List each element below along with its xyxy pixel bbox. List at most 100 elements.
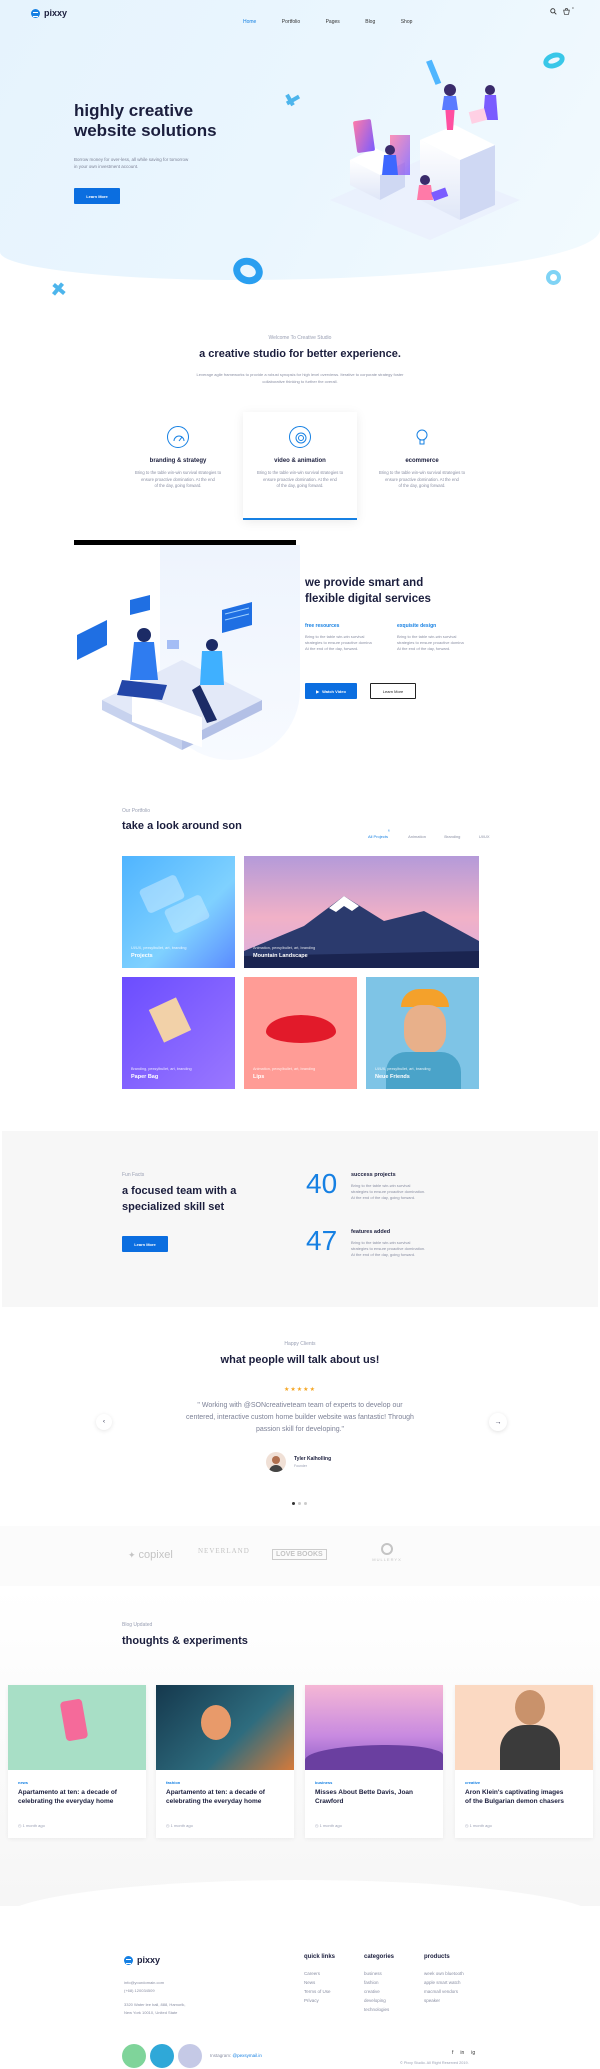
footer-link[interactable]: creative bbox=[364, 1987, 394, 1996]
services-learn-more-button[interactable]: Learn More bbox=[370, 683, 416, 699]
footer-link[interactable]: News bbox=[304, 1978, 335, 1987]
footer-contact: info@yourdomain.com (+68) 120034509 3320… bbox=[124, 1979, 186, 2015]
blog-card-title[interactable]: Apartamento at ten: a decade of celebrat… bbox=[166, 1789, 284, 1806]
studio-kicker: Welcome To Creative Studio bbox=[268, 335, 332, 341]
instagram-icon[interactable]: ig bbox=[471, 2050, 475, 2056]
blog-card-category[interactable]: creative bbox=[465, 1780, 583, 1785]
header-logo[interactable]: pixxy bbox=[31, 8, 67, 18]
footer-link[interactable]: week own bluetooth bbox=[424, 1969, 464, 1978]
blog-card-date: ◷ 1 month ago bbox=[166, 1823, 193, 1828]
footer-link[interactable]: business bbox=[364, 1969, 394, 1978]
portfolio-item-mountain[interactable]: Animation, pexsylbullet, art, branding M… bbox=[244, 856, 479, 968]
footer-email[interactable]: info@yourdomain.com bbox=[124, 1979, 185, 1987]
facts-title: a focused team with a specialized skill … bbox=[122, 1185, 237, 1213]
social-links: f in ig bbox=[452, 2050, 475, 2056]
instagram-thumb[interactable] bbox=[122, 2044, 146, 2068]
feature-card-ecommerce[interactable]: ecommerce Bring to the table win-win sur… bbox=[365, 426, 479, 490]
hero-learn-more-button[interactable]: Learn More bbox=[74, 188, 120, 204]
nav-pages[interactable]: Pages bbox=[326, 19, 340, 25]
tile-caption: Animation, pexsylbullet, art, branding L… bbox=[253, 1067, 316, 1080]
footer-logo[interactable]: pixxy bbox=[124, 1955, 160, 1965]
nav-portfolio[interactable]: Portfolio bbox=[282, 19, 300, 25]
feature-title: branding & strategy bbox=[149, 458, 207, 464]
footer-phone: (+68) 120034509 bbox=[124, 1988, 155, 1993]
facebook-icon[interactable]: f bbox=[452, 2050, 453, 2056]
filter-branding[interactable]: Branding bbox=[444, 834, 460, 839]
filter-all-projects[interactable]: All Projects bbox=[368, 834, 388, 839]
carousel-dot[interactable] bbox=[303, 1502, 307, 1505]
footer-products: products week own bluetooth apple smart … bbox=[424, 1954, 464, 2005]
brand-neverland[interactable]: NEVERLAND bbox=[198, 1547, 250, 1555]
brand-love-books[interactable]: LOVE BOOKS bbox=[272, 1549, 327, 1560]
blog-title: thoughts & experiments bbox=[122, 1635, 248, 1647]
footer-link[interactable]: Terms of Use bbox=[304, 1987, 335, 1996]
footer-link[interactable]: apple smart watch bbox=[424, 1978, 464, 1987]
stat-number: 40 bbox=[306, 1168, 338, 1199]
tile-caption: Animation, pexsylbullet, art, branding M… bbox=[253, 946, 316, 959]
feature-desc: Bring to the table win-win survival stra… bbox=[256, 470, 344, 488]
feature-card-video[interactable]: video & animation Bring to the table win… bbox=[243, 426, 357, 490]
gauge-icon bbox=[167, 426, 189, 448]
blog-card-title[interactable]: Apartamento at ten: a decade of celebrat… bbox=[18, 1789, 136, 1806]
linkedin-icon[interactable]: in bbox=[460, 2050, 464, 2056]
tile-caption: UI/UX, pexsylbullet, art, branding Neue … bbox=[375, 1067, 431, 1080]
logo-icon bbox=[124, 1955, 133, 1965]
blog-card-category[interactable]: news bbox=[18, 1780, 136, 1785]
mulleryx-logo-icon bbox=[381, 1543, 393, 1555]
filter-uiux[interactable]: UI/UX bbox=[479, 834, 490, 839]
hero-illustration bbox=[330, 59, 520, 240]
footer-link[interactable]: speaker bbox=[424, 1996, 464, 2005]
instagram-thumb[interactable] bbox=[150, 2044, 174, 2068]
prev-arrow-icon[interactable]: ‹ bbox=[96, 1414, 112, 1430]
nav-blog[interactable]: Blog bbox=[365, 19, 375, 25]
brand-copixel[interactable]: ✦ copixel bbox=[128, 1549, 173, 1561]
tile-caption: Branding, pexsylbullet, art, branding Pa… bbox=[131, 1067, 192, 1080]
author-role: Founder bbox=[294, 1464, 308, 1468]
blog-kicker: Blog Updated bbox=[122, 1622, 153, 1628]
blog-card[interactable]: news Apartamento at ten: a decade of cel… bbox=[8, 1685, 146, 1838]
filter-animation[interactable]: Animation bbox=[408, 834, 426, 839]
floating-ring-small bbox=[546, 270, 561, 285]
blog-card-title[interactable]: Aron Klein's captivating images of the B… bbox=[465, 1789, 583, 1806]
portfolio-item-paper-bag[interactable]: Branding, pexsylbullet, art, branding Pa… bbox=[122, 977, 235, 1089]
play-icon: ▶ bbox=[316, 688, 320, 694]
testimonials-title: what people will talk about us! bbox=[220, 1354, 380, 1366]
footer-link[interactable]: technologies bbox=[364, 2005, 394, 2014]
cart-icon[interactable] bbox=[563, 8, 570, 17]
nav-shop[interactable]: Shop bbox=[401, 19, 413, 25]
feature-card-branding[interactable]: branding & strategy Bring to the table w… bbox=[121, 426, 235, 490]
watch-video-button[interactable]: ▶ Watch Video bbox=[305, 683, 357, 699]
instagram-label: Instagram: @pexsymail.in bbox=[210, 2053, 262, 2058]
next-arrow-icon[interactable]: → bbox=[489, 1413, 507, 1431]
footer-link[interactable]: Careers bbox=[304, 1969, 335, 1978]
copixel-logo-icon: ✦ bbox=[128, 1549, 136, 1560]
carousel-dot[interactable] bbox=[291, 1502, 295, 1505]
brand-mulleryx[interactable]: MULLERYX bbox=[357, 1543, 417, 1562]
main-nav: Home Portfolio Pages Blog Shop bbox=[222, 10, 412, 28]
portfolio-item-lips[interactable]: Animation, pexsylbullet, art, branding L… bbox=[244, 977, 357, 1089]
instagram-thumb[interactable] bbox=[178, 2044, 202, 2068]
blog-card[interactable]: business Misses About Bette Davis, Joan … bbox=[305, 1685, 443, 1838]
footer-link[interactable]: Privacy bbox=[304, 1996, 335, 2005]
footer-link[interactable]: fashion bbox=[364, 1978, 394, 1987]
copyright: © Pixxy Studio. All Right Reserved 2019. bbox=[400, 2061, 469, 2065]
instagram-handle[interactable]: @pexsymail.in bbox=[233, 2053, 262, 2058]
testimonials-kicker: Happy Clients bbox=[284, 1341, 316, 1347]
blog-card-category[interactable]: fashion bbox=[166, 1780, 284, 1785]
blog-card-category[interactable]: business bbox=[315, 1780, 433, 1785]
nav-home[interactable]: Home bbox=[243, 19, 256, 25]
footer-link[interactable]: macmall vendors bbox=[424, 1987, 464, 1996]
filter-count: 6 bbox=[388, 828, 390, 833]
portfolio-title: take a look around son bbox=[122, 820, 242, 832]
footer-link[interactable]: developing bbox=[364, 1996, 394, 2005]
facts-learn-more-button[interactable]: Learn More bbox=[122, 1236, 168, 1252]
blog-card[interactable]: fashion Apartamento at ten: a decade of … bbox=[156, 1685, 294, 1838]
portfolio-item-neue-friends[interactable]: UI/UX, pexsylbullet, art, branding Neue … bbox=[366, 977, 479, 1089]
search-icon[interactable] bbox=[550, 8, 557, 17]
blog-card[interactable]: creative Aron Klein's captivating images… bbox=[455, 1685, 593, 1838]
facts-section-bg bbox=[2, 1131, 598, 1307]
carousel-dot[interactable] bbox=[297, 1502, 301, 1505]
portfolio-item-projects[interactable]: UI/UX, pexsylbullet, art, branding Proje… bbox=[122, 856, 235, 968]
blog-card-image bbox=[455, 1685, 593, 1770]
blog-card-title[interactable]: Misses About Bette Davis, Joan Crawford bbox=[315, 1789, 433, 1806]
